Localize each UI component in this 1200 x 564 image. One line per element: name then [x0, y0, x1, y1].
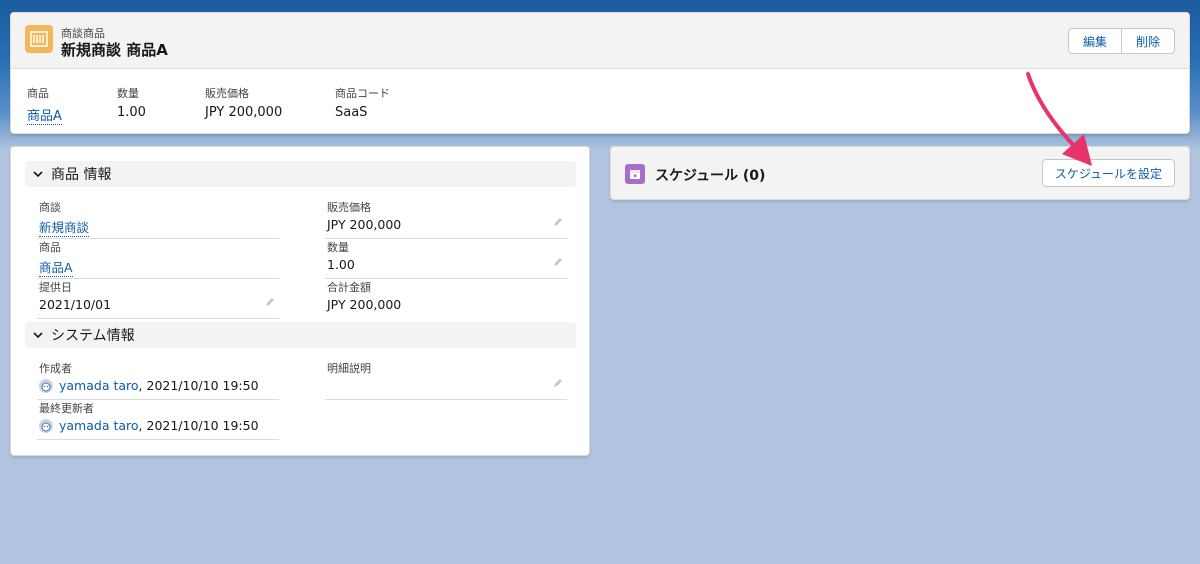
field-value: JPY 200,000 — [327, 297, 402, 312]
highlight-value: JPY 200,000 — [205, 105, 283, 120]
field-label: 合計金額 — [327, 281, 371, 294]
field-service-date: 提供日 2021/10/01 — [37, 279, 279, 319]
field-created-by: 作成者 yamada taro , 2021/10/10 19:50 — [37, 360, 279, 400]
field-label: 最終更新者 — [39, 402, 94, 415]
pencil-icon[interactable] — [553, 217, 563, 227]
schedule-related-list: スケジュール (0) スケジュールを設定 — [610, 146, 1190, 200]
opportunity-product-icon — [25, 25, 53, 53]
field-line-description: 明細説明 — [325, 360, 567, 400]
edit-button[interactable]: 編集 — [1067, 28, 1122, 54]
highlight-product-code: 商品コード SaaS — [335, 85, 455, 124]
field-label: 販売価格 — [327, 201, 371, 214]
delete-button[interactable]: 削除 — [1121, 28, 1175, 54]
highlight-value: SaaS — [335, 105, 368, 120]
field-sales-price: 販売価格 JPY 200,000 — [325, 199, 567, 239]
field-label: 提供日 — [39, 281, 72, 294]
highlight-label: 販売価格 — [205, 87, 249, 100]
highlight-sales-price: 販売価格 JPY 200,000 — [205, 85, 335, 124]
modified-by-time: , 2021/10/10 19:50 — [138, 418, 259, 433]
section-title: システム情報 — [51, 328, 135, 344]
annotation-arrow-icon — [1026, 72, 1092, 166]
field-value: 1.00 — [327, 257, 355, 272]
highlight-label: 数量 — [117, 87, 139, 100]
field-value: 2021/10/01 — [39, 297, 112, 312]
user-avatar-icon — [39, 378, 53, 393]
field-label: 明細説明 — [327, 362, 371, 375]
highlight-quantity: 数量 1.00 — [117, 85, 205, 124]
pencil-icon[interactable] — [553, 257, 563, 267]
highlight-label: 商品 — [27, 87, 49, 100]
modified-by-user-link[interactable]: yamada taro — [59, 418, 139, 433]
created-by-time: , 2021/10/10 19:50 — [138, 378, 259, 393]
highlights-panel: 商品 商品A 数量 1.00 販売価格 JPY 200,000 商品コード Sa… — [27, 85, 455, 125]
highlight-label: 商品コード — [335, 87, 390, 100]
detail-panel: 商品 情報 商談 新規商談 販売価格 JPY 200,000 商品 商品A 数量… — [10, 146, 590, 456]
record-title: 新規商談 商品A — [61, 41, 168, 59]
field-label: 作成者 — [39, 362, 72, 375]
field-value: JPY 200,000 — [327, 217, 402, 232]
header-button-group: 編集 削除 — [1067, 28, 1175, 54]
pencil-icon[interactable] — [265, 297, 275, 307]
chevron-down-icon — [33, 332, 43, 339]
field-product: 商品 商品A — [37, 239, 279, 279]
field-opportunity: 商談 新規商談 — [37, 199, 279, 239]
section-title: 商品 情報 — [51, 167, 112, 183]
created-by-user-link[interactable]: yamada taro — [59, 378, 139, 393]
product-link[interactable]: 商品A — [27, 109, 62, 125]
calendar-icon — [625, 164, 645, 184]
schedule-title: スケジュール (0) — [655, 168, 766, 184]
field-label: 商品 — [39, 241, 61, 254]
pencil-icon[interactable] — [553, 378, 563, 388]
highlight-value: 1.00 — [117, 105, 146, 120]
user-avatar-icon — [39, 418, 53, 433]
section-header-product-info[interactable]: 商品 情報 — [25, 161, 576, 187]
field-quantity: 数量 1.00 — [325, 239, 567, 279]
field-last-modified-by: 最終更新者 yamada taro , 2021/10/10 19:50 — [37, 400, 279, 440]
product-link[interactable]: 商品A — [39, 257, 73, 277]
highlight-product: 商品 商品A — [27, 85, 117, 125]
opportunity-link[interactable]: 新規商談 — [39, 217, 90, 237]
field-total-price: 合計金額 JPY 200,000 — [325, 279, 567, 319]
section-header-system-info[interactable]: システム情報 — [25, 322, 576, 348]
record-header-top: 商談商品 新規商談 商品A 編集 削除 — [11, 13, 1189, 69]
field-label: 数量 — [327, 241, 349, 254]
chevron-down-icon — [33, 171, 43, 178]
field-label: 商談 — [39, 201, 61, 214]
